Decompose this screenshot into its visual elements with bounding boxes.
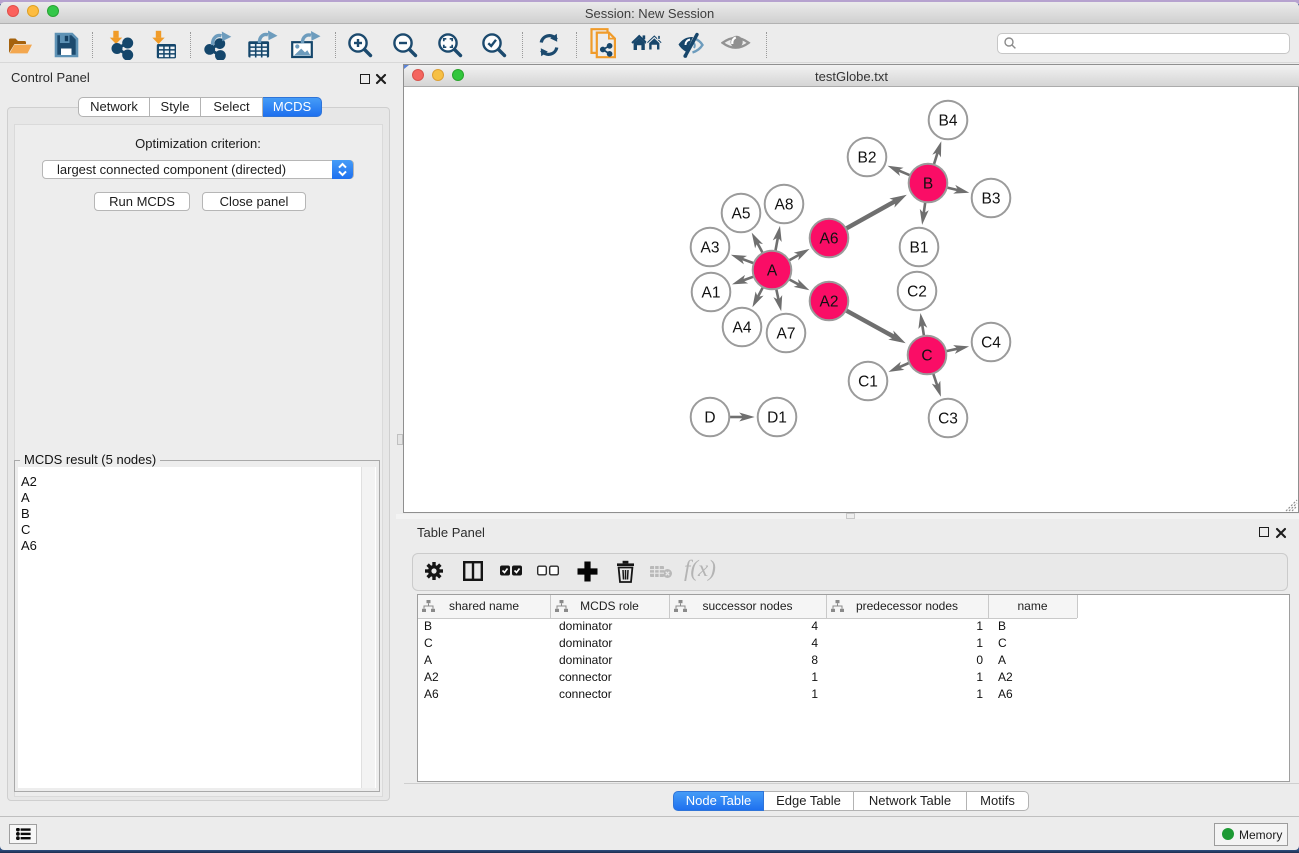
svg-text:A5: A5 bbox=[732, 206, 751, 223]
svg-text:D: D bbox=[704, 410, 715, 427]
svg-text:D1: D1 bbox=[767, 410, 787, 427]
svg-text:C: C bbox=[921, 348, 932, 365]
svg-text:C4: C4 bbox=[981, 335, 1001, 352]
svg-text:C2: C2 bbox=[907, 284, 927, 301]
svg-text:A8: A8 bbox=[775, 197, 794, 214]
svg-text:C1: C1 bbox=[858, 374, 878, 391]
svg-text:B1: B1 bbox=[910, 240, 929, 257]
svg-text:A1: A1 bbox=[702, 285, 721, 302]
svg-text:A: A bbox=[767, 263, 778, 280]
svg-text:B3: B3 bbox=[982, 191, 1001, 208]
svg-text:A6: A6 bbox=[820, 231, 839, 248]
svg-text:B2: B2 bbox=[858, 150, 877, 167]
svg-text:A2: A2 bbox=[820, 294, 839, 311]
svg-text:B4: B4 bbox=[939, 113, 958, 130]
svg-text:A4: A4 bbox=[733, 320, 752, 337]
svg-text:B: B bbox=[923, 176, 933, 193]
svg-text:C3: C3 bbox=[938, 411, 958, 428]
svg-text:A3: A3 bbox=[701, 240, 720, 257]
svg-text:A7: A7 bbox=[777, 326, 796, 343]
